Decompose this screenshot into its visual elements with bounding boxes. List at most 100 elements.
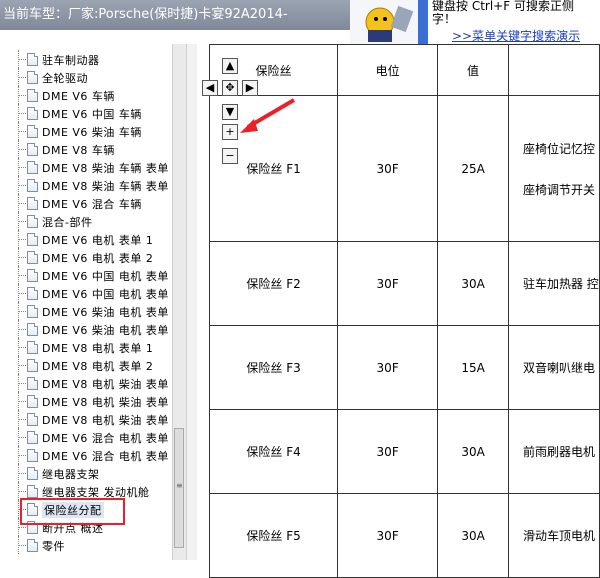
search-demo-link[interactable]: >>菜单关键字搜索演示 (452, 27, 580, 44)
tree-connector (18, 383, 26, 384)
tree-item[interactable]: DME V8 电机 柴油 表单 (0, 410, 172, 428)
value-cell: 15A (437, 325, 509, 410)
tree-item[interactable]: DME V8 柴油 车辆 表单 (0, 176, 172, 194)
tree-item[interactable]: 继电器支架 (0, 464, 172, 482)
document-icon (27, 179, 38, 192)
tree-item[interactable]: DME V8 车辆 (0, 140, 172, 158)
tree-item-label: DME V8 电机 表单 2 (42, 360, 154, 373)
document-icon (27, 215, 38, 228)
tree-item-label: DME V6 混合 电机 表单 (42, 432, 169, 445)
desc-cell: 双音喇叭继电 (507, 325, 600, 410)
tree-item-label: 继电器支架 (42, 468, 100, 481)
desc-cell: 前雨刷器电机 (507, 409, 600, 494)
tree-connector (18, 149, 26, 150)
document-icon (27, 485, 38, 498)
mascot-logo (350, 0, 418, 44)
table-row: 保险丝 F4 30F 30A 前雨刷器电机 (208, 409, 600, 494)
table-row: 保险丝 F2 30F 30A 驻车加热器 控 (208, 241, 600, 326)
tree-item[interactable]: DME V6 电机 表单 2 (0, 248, 172, 266)
tree-panel: 驻车制动器全轮驱动 DME V6 车辆 DME V6 中国 车辆 DME V6 柴油 … (0, 44, 172, 560)
desc-cell: 滑动车顶电机 (507, 493, 600, 578)
document-icon (27, 89, 38, 102)
tree-item[interactable]: DME V6 混合 电机 表单 (0, 446, 172, 464)
tree-item[interactable]: DME V6 中国 电机 表单 (0, 284, 172, 302)
down-arrow-icon[interactable]: ▼ (222, 104, 238, 120)
minus-icon[interactable]: − (222, 148, 238, 164)
tree-item-label: DME V6 混合 车辆 (42, 198, 142, 211)
top-bar: 当前车型：厂家:Porsche(保时捷)卡宴92A2014- 键盘按 Ctrl+… (0, 0, 600, 44)
fuse-cell: 保险丝 F3 (208, 325, 339, 410)
hint-line-2: 字！ (432, 12, 457, 26)
tree-connector (18, 167, 26, 168)
tree-item[interactable]: DME V6 柴油 电机 表单 (0, 320, 172, 338)
tree-item[interactable]: DME V6 中国 车辆 (0, 104, 172, 122)
tree-item-label: DME V6 柴油 车辆 (42, 126, 142, 139)
tree-item[interactable]: 驻车制动器 (0, 50, 172, 68)
tree-item[interactable]: 全轮驱动 (0, 68, 172, 86)
tree-item[interactable]: DME V6 混合 车辆 (0, 194, 172, 212)
document-icon (27, 305, 38, 318)
tree-scrollbar[interactable]: ≡ (172, 44, 186, 560)
panel-splitter[interactable] (186, 44, 197, 560)
pan-icon[interactable]: ✥ (222, 80, 238, 96)
tree-item[interactable]: DME V8 柴油 车辆 表单 (0, 158, 172, 176)
tree-connector (18, 131, 26, 132)
tree-connector (18, 95, 26, 96)
tree-item[interactable]: 混合-部件 (0, 212, 172, 230)
document-icon (27, 359, 38, 372)
tree-item-label: DME V8 车辆 (42, 144, 115, 157)
tree-item-label: 零件 (42, 540, 65, 553)
tree-item[interactable]: DME V6 车辆 (0, 86, 172, 104)
potential-cell: 30F (337, 241, 439, 326)
document-icon (27, 287, 38, 300)
tree-connector (18, 311, 26, 312)
tree-item[interactable]: DME V8 电机 柴油 表单 (0, 374, 172, 392)
tree-item-label: DME V8 电机 柴油 表单 (42, 414, 169, 427)
tree-item-label: DME V8 柴油 车辆 表单 (42, 162, 169, 175)
scrollbar-thumb[interactable]: ≡ (174, 428, 184, 548)
tree-item-label: 全轮驱动 (42, 72, 88, 85)
table-row: 保险丝 F5 30F 30A 滑动车顶电机 (208, 493, 600, 578)
tree-connector (18, 455, 26, 456)
desc-cell: 驻车加热器 控 (507, 241, 600, 326)
tree-item[interactable]: DME V6 柴油 车辆 (0, 122, 172, 140)
tree-connector (18, 401, 26, 402)
tree-item[interactable]: 零件 (0, 536, 172, 554)
tree-item-label: DME V6 中国 车辆 (42, 108, 142, 121)
page-title: 当前车型：厂家:Porsche(保时捷)卡宴92A2014- (0, 0, 353, 30)
left-arrow-icon[interactable]: ◀ (202, 80, 218, 96)
tree-item-label: DME V8 电机 柴油 表单 (42, 396, 169, 409)
tree-item[interactable]: DME V6 中国 电机 表单 (0, 266, 172, 284)
tree-item[interactable]: DME V6 电机 表单 1 (0, 230, 172, 248)
tree-connector (18, 527, 26, 528)
tree-item-label: DME V6 中国 电机 表单 (42, 270, 169, 283)
document-icon (27, 125, 38, 138)
tree-connector (18, 347, 26, 348)
value-cell: 30A (437, 241, 509, 326)
document-icon (27, 143, 38, 156)
right-arrow-icon[interactable]: ▶ (242, 80, 258, 96)
tree-item[interactable]: DME V8 电机 柴油 表单 (0, 392, 172, 410)
tree-item[interactable]: DME V6 柴油 电机 表单 (0, 302, 172, 320)
tree-item-label: DME V6 车辆 (42, 90, 115, 103)
document-icon (27, 161, 38, 174)
tree-connector (18, 473, 26, 474)
tree-item[interactable]: DME V6 混合 电机 表单 (0, 428, 172, 446)
tree-item-label: 驻车制动器 (42, 54, 100, 67)
tree-connector (18, 293, 26, 294)
up-arrow-icon[interactable]: ▲ (222, 58, 238, 74)
tree-connector (18, 77, 26, 78)
col-header-value: 值 (437, 44, 509, 96)
tree-item[interactable]: DME V8 电机 表单 2 (0, 356, 172, 374)
banner-accent (418, 0, 428, 44)
plus-icon[interactable]: + (222, 124, 238, 140)
document-icon (27, 71, 38, 84)
tree-connector (18, 329, 26, 330)
tree-connector (18, 185, 26, 186)
potential-cell: 30F (337, 409, 439, 494)
tree-connector (18, 275, 26, 276)
selection-highlight (20, 498, 125, 525)
tree-item[interactable]: DME V8 电机 表单 1 (0, 338, 172, 356)
tree-item-label: DME V6 混合 电机 表单 (42, 450, 169, 463)
fuse-cell: 保险丝 F2 (208, 241, 339, 326)
